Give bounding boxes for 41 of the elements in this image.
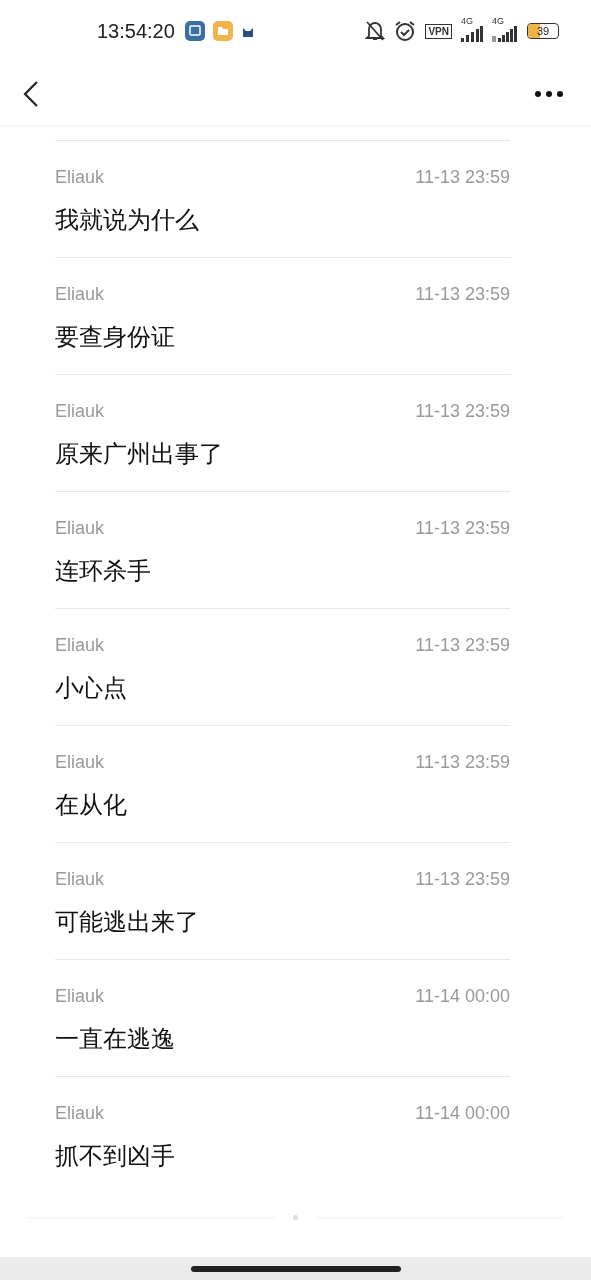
sender-name: Eliauk <box>55 283 105 305</box>
folder-notification-icon <box>212 21 233 41</box>
signal-icon <box>492 26 518 42</box>
more-icon[interactable] <box>534 89 564 98</box>
sender-name: Eliauk <box>55 1102 105 1124</box>
sender-name: Eliauk <box>55 634 105 656</box>
message-time: 11-14 00:00 <box>415 985 510 1007</box>
message-text: 一直在逃逸 <box>55 1024 176 1054</box>
bell-muted-icon <box>365 20 386 42</box>
network-type: 4G <box>492 16 504 26</box>
message-time: 11-13 23:59 <box>415 634 510 656</box>
signal-icon <box>461 26 483 42</box>
message-time: 11-13 23:59 <box>415 868 510 890</box>
message-text: 要查身份证 <box>55 322 176 352</box>
sender-name: Eliauk <box>55 868 105 890</box>
message-text: 在从化 <box>55 790 128 820</box>
sender-name: Eliauk <box>55 517 105 539</box>
sender-name: Eliauk <box>55 985 105 1007</box>
message-text: 小心点 <box>55 673 128 703</box>
message-text: 可能逃出来了 <box>55 907 200 937</box>
message-text: 原来广州出事了 <box>55 439 224 469</box>
home-indicator[interactable] <box>190 1265 401 1272</box>
status-time: 13:54:20 <box>97 19 175 43</box>
vpn-indicator: VPN <box>425 23 452 39</box>
message-time: 11-13 23:59 <box>415 166 510 188</box>
app-notification-icon <box>184 21 205 41</box>
back-icon[interactable] <box>23 79 39 108</box>
message-time: 11-13 23:59 <box>415 400 510 422</box>
message-text: 我就说为什么 <box>55 205 200 235</box>
message-time: 11-13 23:59 <box>415 517 510 539</box>
alarm-icon <box>394 20 417 42</box>
message-time: 11-13 23:59 <box>415 283 510 305</box>
message-text: 抓不到凶手 <box>55 1141 176 1171</box>
message-time: 11-13 23:59 <box>415 751 510 773</box>
message-time: 11-14 00:00 <box>415 1102 510 1124</box>
sender-name: Eliauk <box>55 166 105 188</box>
network-type: 4G <box>461 16 473 26</box>
sender-name: Eliauk <box>55 400 105 422</box>
end-dot-icon <box>293 1215 298 1220</box>
sender-name: Eliauk <box>55 751 105 773</box>
message-text: 连环杀手 <box>55 556 152 586</box>
